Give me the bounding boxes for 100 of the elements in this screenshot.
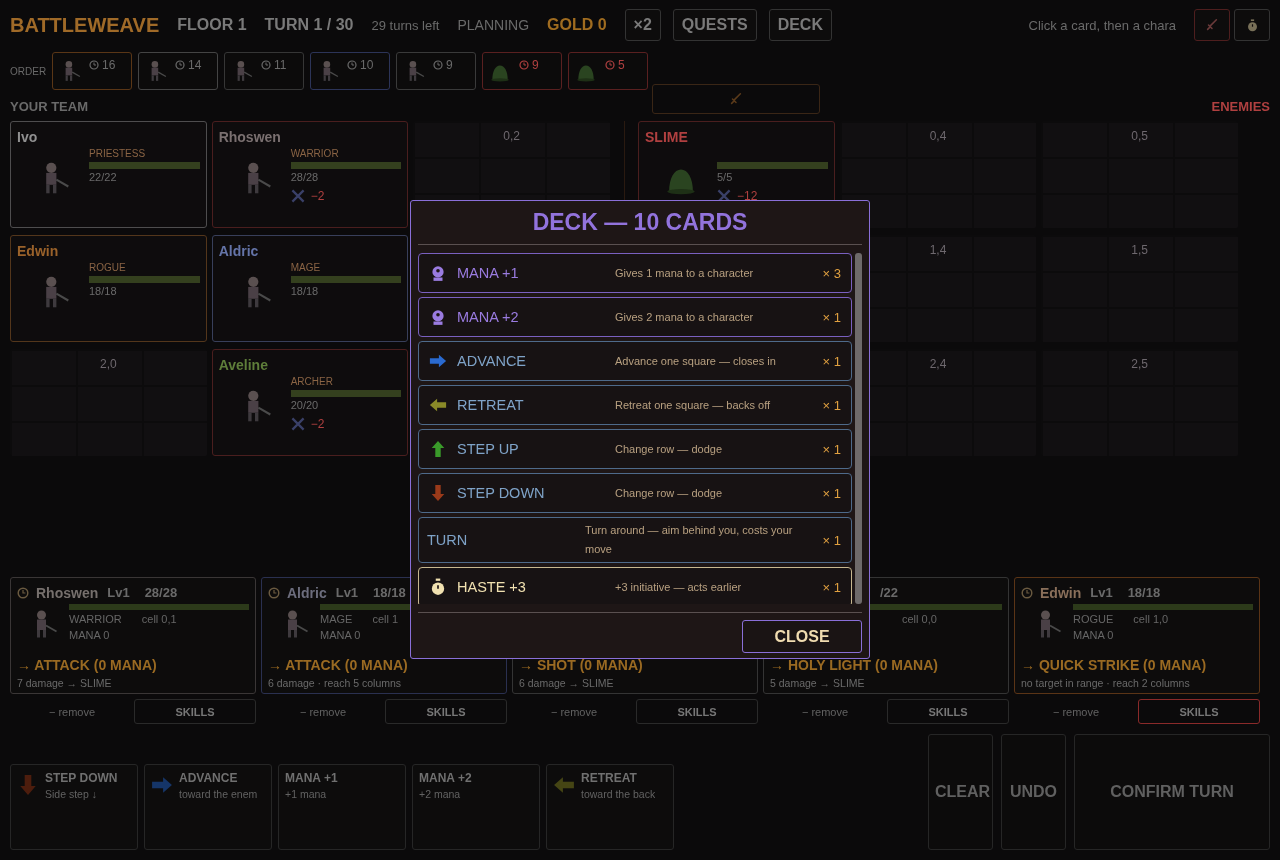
card-count: × 1 [821, 353, 841, 369]
hand-card[interactable]: MANA +2 +2 mana [412, 764, 540, 850]
skills-button[interactable]: SKILLS [887, 699, 1009, 724]
deck-card-row[interactable]: MANA +1 Gives 1 mana to a character × 3 [418, 253, 852, 293]
mana-label: MANA 0 [69, 628, 111, 641]
clock-icon [175, 60, 185, 70]
hint-text: Click a card, then a chara [1028, 17, 1176, 33]
action-detail: 6 damage → SLIME [519, 677, 615, 689]
cell-coordinate: 1,5 [1129, 243, 1150, 257]
remove-link[interactable]: − remove [550, 705, 598, 718]
action-detail: 7 damage → SLIME [17, 677, 113, 689]
deck-card-row[interactable]: ADVANCE Advance one square — closes in × 1 [418, 341, 852, 381]
up-arrow-icon [429, 440, 447, 458]
floor-label: FLOOR 1 [177, 16, 247, 34]
action-detail: 5 damage → SLIME [770, 677, 866, 689]
remove-link[interactable]: − remove [801, 705, 849, 718]
turn-counter: TURN 1 / 30 [264, 16, 354, 34]
left-arrow-icon [429, 396, 447, 414]
toolbar-button[interactable]: QUESTS [672, 9, 757, 41]
deck-card-row[interactable]: MANA +2 Gives 2 mana to a character × 1 [418, 297, 852, 337]
card-count: × 1 [821, 579, 841, 595]
turns-left-label: 29 turns left [371, 17, 440, 33]
timer-button[interactable] [1234, 9, 1270, 41]
close-button[interactable]: CLOSE [742, 620, 862, 653]
remove-link[interactable]: − remove [48, 705, 96, 718]
card-name: STEP UP [457, 441, 520, 457]
cell-coordinate: 0,5 [1129, 129, 1150, 143]
clock-icon [1021, 586, 1033, 599]
card-name: ADVANCE [457, 353, 528, 369]
action-label: → QUICK STRIKE (0 MANA) [1021, 657, 1208, 673]
unit-name: Aldric [218, 242, 260, 261]
cross-icon [290, 189, 305, 203]
hp-value: 22/22 [89, 171, 118, 183]
initiative-value: 9 [446, 58, 453, 72]
skills-button[interactable]: SKILLS [385, 699, 507, 724]
character-name: Edwin [1040, 584, 1082, 601]
clock-icon [268, 586, 280, 599]
unit-name: Rhoswen [218, 128, 282, 147]
hp-value: 20/20 [290, 399, 320, 411]
skills-button[interactable]: SKILLS [1138, 699, 1260, 724]
deck-card-row[interactable]: STEP DOWN Change row — dodge × 1 [418, 473, 852, 513]
card-title: MANA +1 [285, 771, 338, 785]
card-name: RETREAT [457, 397, 525, 413]
cell-coordinate: 2,4 [927, 357, 949, 371]
remove-link[interactable]: − remove [1052, 705, 1100, 718]
damage-preview: −2 [310, 189, 325, 203]
clock-icon [89, 60, 99, 70]
initiative-value: 5 [618, 58, 625, 72]
hp-value: 28/28 [144, 585, 178, 601]
card-description: Gives 1 mana to a character [615, 265, 755, 281]
cross-icon [290, 417, 305, 431]
level-label: Lv1 [1090, 585, 1113, 601]
unit-card[interactable]: Aldric MAGE 18/18 [211, 235, 409, 342]
skills-button[interactable]: SKILLS [636, 699, 758, 724]
scrollbar[interactable] [855, 253, 862, 604]
order-label: ORDER [10, 65, 46, 77]
hand-card[interactable]: RETREAT toward the back [546, 764, 674, 850]
game-title: BATTLEWEAVE [10, 13, 160, 37]
hp-value: 28/28 [290, 171, 320, 183]
deck-card-row[interactable]: STEP UP Change row — dodge × 1 [418, 429, 852, 469]
unit-name: Edwin [17, 242, 60, 261]
class-label: WARRIOR [290, 148, 340, 160]
unit-card[interactable]: Rhoswen WARRIOR 28/28 −2 [211, 121, 409, 228]
unit-card[interactable]: Ivo PRIESTESS 22/22 [10, 121, 207, 228]
card-count: × 1 [821, 397, 841, 413]
card-count: × 1 [821, 309, 841, 325]
card-subtitle: Side step ↓ [45, 788, 98, 800]
deck-card-row[interactable]: TURN Turn around — aim behind you, costs your move × 1 [418, 517, 852, 563]
class-label: ROGUE [1073, 612, 1114, 626]
clock-icon [433, 60, 443, 70]
hp-value: /22 [880, 585, 899, 601]
deck-card-row[interactable]: RETREAT Retreat one square — backs off × 1 [418, 385, 852, 425]
cell-coordinate: 2,5 [1129, 357, 1150, 371]
unit-card[interactable]: Edwin ROGUE 18/18 [10, 235, 207, 342]
hand-card[interactable]: STEP DOWN Side step ↓ [10, 764, 138, 850]
card-description: Gives 2 mana to a character [615, 309, 755, 325]
stopwatch-icon [429, 578, 447, 596]
orb-icon [429, 308, 447, 326]
initiative-value: 14 [188, 58, 202, 72]
card-name: MANA +1 [457, 265, 520, 281]
hand-card[interactable]: ADVANCE toward the enem [144, 764, 272, 850]
card-subtitle: +2 mana [419, 788, 462, 800]
remove-link[interactable]: − remove [299, 705, 347, 718]
hp-value: 18/18 [1127, 585, 1161, 601]
action-label: → HOLY LIGHT (0 MANA) [770, 657, 939, 673]
action-label: → SHOT (0 MANA) [519, 657, 644, 673]
down-arrow-icon [429, 484, 447, 502]
initiative-value: 9 [532, 58, 539, 72]
deck-card-row[interactable]: HASTE +3 +3 initiative — acts earlier × 1 [418, 567, 852, 604]
unit-card[interactable]: Aveline ARCHER 20/20 −2 [211, 349, 409, 456]
damage-preview: −2 [310, 417, 325, 431]
cross-icon [717, 189, 731, 203]
character-name: Aldric [287, 584, 327, 601]
toolbar-button[interactable]: ×2 [624, 9, 661, 41]
hand-card[interactable]: MANA +1 +1 mana [278, 764, 406, 850]
unit-name: Ivo [17, 128, 39, 147]
level-label: Lv1 [335, 585, 359, 601]
skills-button[interactable]: SKILLS [134, 699, 256, 724]
toolbar-button[interactable]: DECK [768, 9, 832, 41]
character-name: Rhoswen [36, 584, 99, 601]
